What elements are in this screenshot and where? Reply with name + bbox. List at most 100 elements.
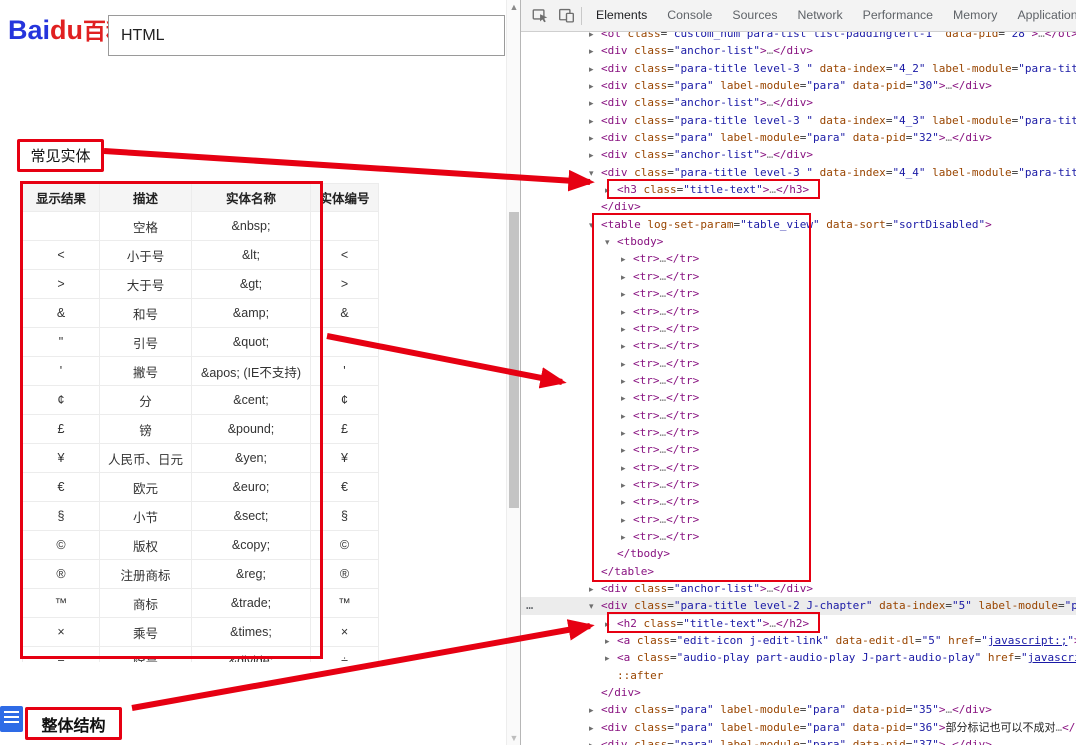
- tree-line[interactable]: ▸<tr>…</tr>: [521, 511, 1076, 528]
- tree-line[interactable]: ▸<tr>…</tr>: [521, 303, 1076, 320]
- scroll-up-icon[interactable]: ▲: [507, 2, 521, 12]
- syntax-token: =: [667, 62, 674, 75]
- tree-line[interactable]: ▾<tbody>: [521, 233, 1076, 250]
- tree-line[interactable]: ▸<div class="para" label-module="para" d…: [521, 129, 1076, 146]
- tree-line[interactable]: ▾<table log-set-param="table_view" data-…: [521, 216, 1076, 233]
- catalog-icon[interactable]: [0, 706, 23, 732]
- syntax-token: <tr>: [633, 322, 660, 335]
- table-cell: &copy;: [192, 531, 311, 560]
- syntax-token: </div>: [601, 686, 641, 699]
- tree-line[interactable]: ▸<tr>…</tr>: [521, 337, 1076, 354]
- tree-line[interactable]: ▸<h3 class="title-text">…</h3>: [521, 181, 1076, 198]
- table-cell: [23, 212, 100, 241]
- table-row: >大于号&gt;>: [23, 270, 379, 299]
- tab-network[interactable]: Network: [788, 0, 853, 31]
- tree-line[interactable]: ▸<tr>…</tr>: [521, 285, 1076, 302]
- tree-line[interactable]: </tbody>: [521, 545, 1076, 562]
- more-actions-icon[interactable]: …: [526, 597, 534, 614]
- syntax-token: =: [670, 634, 677, 647]
- tree-line[interactable]: ▸<div class="anchor-list">…</div>: [521, 42, 1076, 59]
- page-scrollbar[interactable]: ▲ ▼: [506, 0, 520, 745]
- table-cell: ×: [23, 618, 100, 647]
- tree-line[interactable]: ▸<tr>…</tr>: [521, 250, 1076, 267]
- tree-line[interactable]: ▸<tr>…</tr>: [521, 476, 1076, 493]
- syntax-token: data-pid: [846, 703, 906, 716]
- tree-line[interactable]: ▸<tr>…</tr>: [521, 268, 1076, 285]
- syntax-token: class: [630, 651, 670, 664]
- tree-line[interactable]: ▸<tr>…</tr>: [521, 372, 1076, 389]
- tree-line[interactable]: ▸<a class="edit-icon j-edit-link" data-e…: [521, 632, 1076, 649]
- tree-line[interactable]: </table>: [521, 563, 1076, 580]
- tree-line[interactable]: ▸<div class="para" label-module="para" d…: [521, 77, 1076, 94]
- tree-line[interactable]: ▸<ol class="custom_num para-list list-pa…: [521, 32, 1076, 42]
- tree-line[interactable]: ▸<div class="para-title level-3 " data-i…: [521, 112, 1076, 129]
- logo-du: du: [50, 15, 83, 45]
- syntax-token: "4_4": [892, 166, 925, 179]
- tree-line[interactable]: </div>: [521, 684, 1076, 701]
- tree-line[interactable]: ▾<div class="para-title level-3 " data-i…: [521, 164, 1076, 181]
- scroll-down-icon[interactable]: ▼: [507, 733, 521, 743]
- tree-line[interactable]: ::after: [521, 667, 1076, 684]
- syntax-token: </tr>: [666, 530, 699, 543]
- tree-line[interactable]: ▸<tr>…</tr>: [521, 389, 1076, 406]
- tab-elements[interactable]: Elements: [586, 0, 657, 31]
- syntax-token: "anchor-list": [674, 96, 760, 109]
- tree-line[interactable]: ▸<div class="para" label-module="para" d…: [521, 719, 1076, 736]
- syntax-token: "para-title": [1018, 166, 1076, 179]
- tree-line[interactable]: ▸<tr>…</tr>: [521, 441, 1076, 458]
- syntax-token: <tr>: [633, 287, 660, 300]
- tab-sources[interactable]: Sources: [722, 0, 787, 31]
- expand-icon[interactable]: ▸: [589, 738, 601, 745]
- tree-line[interactable]: ▸<tr>…</tr>: [521, 528, 1076, 545]
- tree-line[interactable]: ▸<a class="audio-play part-audio-play J-…: [521, 649, 1076, 666]
- syntax-token: >: [760, 148, 767, 161]
- tab-performance[interactable]: Performance: [853, 0, 943, 31]
- tree-line[interactable]: ▸<tr>…</tr>: [521, 424, 1076, 441]
- inspect-element-icon[interactable]: [527, 4, 553, 28]
- tab-application[interactable]: Application: [1007, 0, 1076, 31]
- table-cell: <: [311, 241, 379, 270]
- syntax-token: log-set-param: [641, 218, 734, 231]
- tree-line[interactable]: ▾<div class="para-title level-2 J-chapte…: [521, 597, 1076, 614]
- tree-line[interactable]: ▸<div class="para" label-module="para" d…: [521, 736, 1076, 745]
- syntax-token: class: [628, 721, 668, 734]
- tree-line[interactable]: ▸<div class="anchor-list">…</div>: [521, 94, 1076, 111]
- tree-line[interactable]: ▸<h2 class="title-text">…</h2>: [521, 615, 1076, 632]
- scrollbar-thumb[interactable]: [509, 212, 519, 508]
- devtools-tabs: ElementsConsoleSourcesNetworkPerformance…: [586, 0, 1076, 32]
- table-cell: &: [23, 299, 100, 328]
- devtools-panel: ElementsConsoleSourcesNetworkPerformance…: [520, 0, 1076, 745]
- tree-line[interactable]: ▸<tr>…</tr>: [521, 355, 1076, 372]
- href-link[interactable]: javascript:;: [988, 634, 1067, 647]
- tree-line[interactable]: ▸<tr>…</tr>: [521, 493, 1076, 510]
- syntax-token: =: [667, 582, 674, 595]
- syntax-token: <tbody>: [617, 235, 663, 248]
- href-link[interactable]: javascript:;: [1028, 651, 1076, 664]
- table-cell: 分: [100, 386, 192, 415]
- tree-line[interactable]: ▸<tr>…</tr>: [521, 407, 1076, 424]
- tree-line[interactable]: ▸<div class="para" label-module="para" d…: [521, 701, 1076, 718]
- table-row: ¢分&cent;¢: [23, 386, 379, 415]
- tree-line[interactable]: ▸<div class="anchor-list">…</div>: [521, 146, 1076, 163]
- table-cell: £: [23, 415, 100, 444]
- table-cell: ®: [311, 560, 379, 589]
- syntax-token: </tr>: [666, 305, 699, 318]
- syntax-token: data-index: [873, 599, 946, 612]
- syntax-token: =: [1058, 599, 1065, 612]
- tree-line[interactable]: ▸<div class="para-title level-3 " data-i…: [521, 60, 1076, 77]
- tree-line[interactable]: ▸<tr>…</tr>: [521, 320, 1076, 337]
- annotation-common-entities-label: 常见实体: [30, 145, 90, 166]
- table-cell: 撇号: [100, 357, 192, 386]
- search-input[interactable]: HTML: [108, 15, 505, 56]
- table-cell: &cent;: [192, 386, 311, 415]
- table-cell: ™: [23, 589, 100, 618]
- syntax-token: </div>: [952, 79, 992, 92]
- tab-console[interactable]: Console: [657, 0, 722, 31]
- syntax-token: </tr>: [666, 339, 699, 352]
- device-toolbar-icon[interactable]: [553, 4, 579, 28]
- syntax-token: </div>: [601, 200, 641, 213]
- tree-line[interactable]: </div>: [521, 198, 1076, 215]
- tree-line[interactable]: ▸<div class="anchor-list">…</div>: [521, 580, 1076, 597]
- tab-memory[interactable]: Memory: [943, 0, 1007, 31]
- tree-line[interactable]: ▸<tr>…</tr>: [521, 459, 1076, 476]
